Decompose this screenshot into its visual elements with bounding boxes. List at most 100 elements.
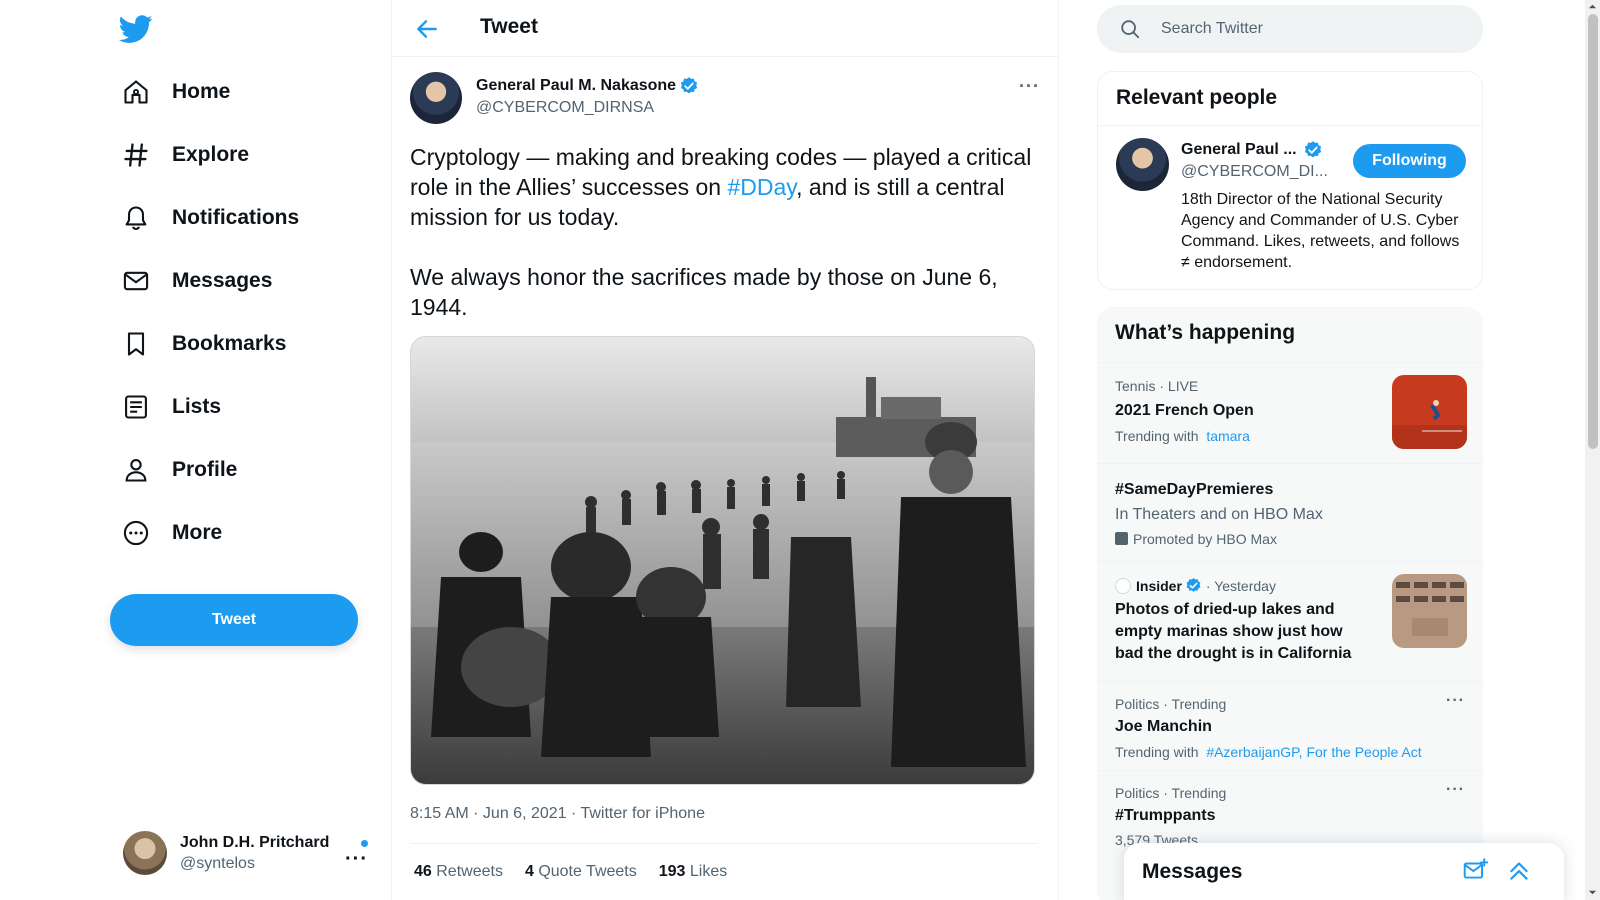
nav-home[interactable]: Home [108, 66, 244, 118]
author-name: General Paul M. Nakasone [476, 77, 677, 94]
nav-profile[interactable]: Profile [108, 444, 251, 496]
nav-lists[interactable]: Lists [108, 381, 235, 433]
relevant-handle[interactable]: @CYBERCOM_DI... [1181, 163, 1328, 181]
twitter-logo-icon[interactable] [119, 12, 153, 46]
account-more-icon[interactable]: ··· [345, 848, 368, 871]
trend-sub-prefix: Trending with [1115, 744, 1199, 760]
relevant-people-title: Relevant people [1116, 86, 1278, 109]
notification-dot [361, 840, 368, 847]
list-icon [125, 395, 147, 419]
promoted-label-row: Promoted by HBO Max [1115, 531, 1277, 547]
trend-context: Tennis · LIVE [1115, 378, 1199, 394]
trend-item[interactable]: Tennis · LIVE 2021 French Open Trending … [1097, 362, 1483, 463]
relevant-bio: 18th Director of the National Security A… [1181, 191, 1460, 271]
verified-badge-icon [680, 77, 698, 94]
search-box[interactable] [1097, 5, 1483, 53]
tweet-meta[interactable]: 8:15 AM · Jun 6, 2021 · Twitter for iPho… [410, 805, 705, 823]
relevant-people-card: Relevant people General Paul ... @CYBERC… [1097, 71, 1483, 290]
bookmark-icon [127, 332, 145, 356]
trend-title: 2021 French Open [1115, 402, 1254, 419]
news-source: Insider [1136, 577, 1182, 594]
scroll-up-arrow-icon[interactable] [1588, 2, 1597, 11]
tweet-paragraph-2: We always honor the sacrifices made by t… [410, 264, 998, 320]
tweet-more-icon[interactable]: ··· [1019, 76, 1040, 97]
scroll-down-arrow-icon[interactable] [1588, 888, 1597, 897]
bell-icon [125, 206, 147, 230]
nav-explore[interactable]: Explore [108, 129, 263, 181]
author-handle[interactable]: @CYBERCOM_DIRNSA [476, 99, 654, 117]
following-button[interactable]: Following [1353, 144, 1466, 178]
nav-bookmarks-label: Bookmarks [172, 332, 287, 355]
tennis-thumbnail-image [1392, 375, 1467, 449]
nav-explore-label: Explore [172, 143, 250, 166]
promoted-label: Promoted by HBO Max [1133, 531, 1277, 547]
account-avatar [123, 831, 167, 875]
nav-more-label: More [172, 521, 223, 544]
trend-sub: Trending with tamara [1115, 428, 1250, 444]
back-arrow-icon[interactable] [414, 16, 440, 42]
trend-more-icon[interactable]: ··· [1446, 781, 1465, 799]
dday-photo-image [411, 337, 1034, 784]
promoted-icon [1115, 532, 1128, 545]
trend-item[interactable]: Politics · Trending Joe Manchin Trending… [1097, 681, 1483, 770]
marina-thumbnail-image [1392, 574, 1467, 648]
main-header: Tweet [392, 0, 1059, 57]
nav-notifications[interactable]: Notifications [108, 192, 313, 244]
nav-notifications-label: Notifications [172, 206, 300, 229]
tweet-button[interactable]: Tweet [110, 594, 358, 646]
trend-sub: Trending with #AzerbaijanGP, For the Peo… [1115, 744, 1422, 760]
messages-drawer-title: Messages [1142, 860, 1243, 883]
retweets-stat[interactable]: 46 Retweets [414, 863, 503, 881]
quotes-stat[interactable]: 4 Quote Tweets [525, 863, 637, 881]
author-avatar[interactable] [410, 72, 462, 124]
news-source-row: Insider · Yesterday [1115, 577, 1276, 594]
news-item[interactable]: Insider · Yesterday Photos of dried-up l… [1097, 561, 1483, 681]
verified-badge-icon [1186, 578, 1201, 592]
news-time: · Yesterday [1205, 577, 1276, 594]
search-input[interactable] [1161, 20, 1461, 38]
page-title: Tweet [480, 15, 538, 38]
tweet-paragraph-1: Cryptology — making and breaking codes —… [410, 142, 1038, 232]
account-handle: @syntelos [180, 854, 255, 872]
relevant-avatar[interactable] [1116, 138, 1169, 191]
divider [1098, 125, 1482, 126]
likes-label: Likes [689, 863, 728, 880]
trend-sub-link[interactable]: tamara [1206, 428, 1250, 444]
envelope-icon [123, 271, 149, 291]
likes-stat[interactable]: 193 Likes [659, 863, 728, 881]
nav-messages[interactable]: Messages [108, 255, 286, 307]
trend-more-icon[interactable]: ··· [1446, 692, 1465, 710]
trend-item-promoted[interactable]: #SameDayPremieres In Theaters and on HBO… [1097, 463, 1483, 561]
main-column: Tweet General Paul M. Nakasone @CYBERCOM… [392, 0, 1059, 900]
messages-drawer[interactable]: Messages [1124, 843, 1564, 900]
person-icon [125, 459, 147, 482]
search-icon [1121, 20, 1140, 39]
trend-title: #SameDayPremieres [1115, 481, 1274, 498]
trend-title: Joe Manchin [1115, 718, 1212, 735]
scrollbar-thumb[interactable] [1588, 14, 1598, 449]
account-switcher[interactable]: John D.H. Pritchard @syntelos ··· [110, 822, 380, 884]
trend-title: #Trumppants [1115, 807, 1216, 824]
retweets-count: 46 [414, 863, 432, 880]
left-nav: Home Explore Notifications Messages Book… [0, 0, 392, 900]
author-name-row[interactable]: General Paul M. Nakasone [476, 76, 699, 96]
collapse-up-icon[interactable] [1506, 857, 1532, 883]
retweets-label: Retweets [436, 863, 503, 880]
trend-context: Politics · Trending [1115, 696, 1227, 712]
nav-more[interactable]: More [108, 507, 236, 559]
tweet-photo[interactable] [410, 336, 1035, 785]
relevant-name-row[interactable]: General Paul ... [1181, 140, 1323, 160]
nav-profile-label: Profile [172, 458, 238, 481]
nav-home-label: Home [172, 80, 231, 103]
trend-sub-link[interactable]: #AzerbaijanGP, For the People Act [1206, 744, 1421, 760]
hashtag-icon [124, 143, 148, 167]
trend-sub-prefix: Trending with [1115, 428, 1199, 444]
more-circle-icon [123, 520, 149, 546]
trend-sub: In Theaters and on HBO Max [1115, 506, 1323, 523]
nav-bookmarks[interactable]: Bookmarks [108, 318, 300, 370]
verified-badge-icon [1304, 141, 1321, 158]
new-message-icon[interactable] [1462, 857, 1488, 883]
hashtag-link[interactable]: #DDay [727, 174, 796, 200]
insider-logo-icon [1115, 577, 1131, 594]
quotes-count: 4 [524, 863, 534, 880]
